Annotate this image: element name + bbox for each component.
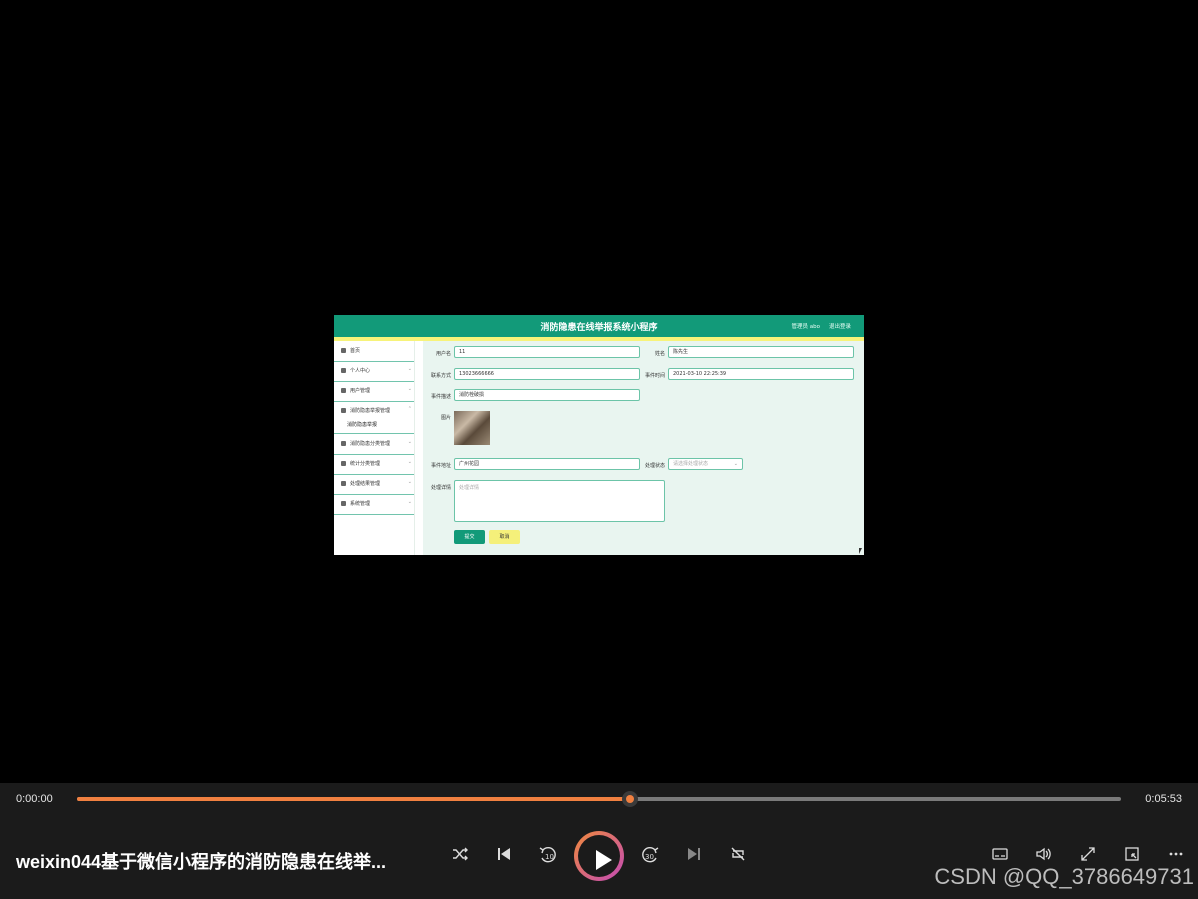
detail-textarea[interactable]: 处理详情 [454,480,665,522]
submenu-report[interactable]: 消防隐患举报 [347,421,377,428]
submit-button[interactable]: 提交 [454,530,485,544]
play-icon [596,850,612,870]
sidebar-item-categories[interactable]: 消防隐患分类管理 ⌄ [334,434,414,455]
chevron-down-icon: ⌄ [407,366,412,372]
sidebar-item-label: 消防隐患分类管理 [350,441,391,447]
shuffle-icon[interactable] [447,845,473,869]
total-time: 0:05:53 [1145,793,1182,805]
sidebar-item-label: 用户管理 [350,388,371,394]
sidebar-item-results[interactable]: 处理结果管理 ⌄ [334,474,414,495]
chevron-down-icon: ⌄ [407,459,412,465]
chevron-down-icon: ⌄ [407,386,412,392]
svg-text:30: 30 [645,853,654,861]
chevron-up-icon: ⌃ [407,406,412,412]
detail-label: 处理详情 [430,485,451,491]
sidebar-item-label: 首页 [350,348,361,354]
status-select[interactable]: 请选择处理状态 ⌄ [668,458,743,470]
username-label: 用户名 [435,351,451,357]
report-image[interactable] [454,411,490,445]
category-icon [341,441,346,446]
forward-30-icon[interactable]: 30 [637,845,663,869]
player-controls: 0:00:00 0:05:53 weixin044基于微信小程序的消防隐患在线举… [0,783,1198,899]
address-label: 事件地址 [430,463,451,469]
chevron-down-icon: ⌄ [407,479,412,485]
status-placeholder: 请选择处理状态 [673,461,709,467]
chart-icon [341,461,346,466]
flag-icon [341,501,346,506]
image-label: 图片 [440,415,451,421]
form-area: 用户名 11 姓名 陈先生 联系方式 13023666666 事件时间 2021… [423,341,864,555]
next-icon[interactable] [681,845,707,869]
sidebar-item-label: 个人中心 [350,368,371,374]
phone-label: 联系方式 [430,373,451,379]
sidebar-item-reports[interactable]: 消防隐患举报管理 ⌃ 消防隐患举报 [334,401,414,434]
sidebar-item-stats[interactable]: 统计分类管理 ⌄ [334,454,414,475]
video-area[interactable]: 消防隐患在线举报系统小程序 管理员 abo 退出登录 首页 个人中心 ⌄ 用户管… [0,0,1198,783]
watermark: CSDN @QQ_3786649731 [934,864,1194,889]
chevron-down-icon: ⌄ [407,439,412,445]
seek-bar-progress [77,797,631,801]
sidebar-item-home[interactable]: 首页 [334,341,414,362]
logout-link[interactable]: 退出登录 [829,322,851,330]
result-icon [341,481,346,486]
play-button-inner [578,835,620,877]
status-label: 处理状态 [644,463,665,469]
repeat-icon[interactable] [725,845,751,869]
sidebar-item-profile[interactable]: 个人中心 ⌄ [334,361,414,382]
chevron-down-icon: ⌄ [407,499,412,505]
app-header: 消防隐患在线举报系统小程序 管理员 abo 退出登录 [334,315,864,337]
seek-bar[interactable] [77,791,1121,807]
svg-text:10: 10 [545,853,554,861]
home-icon [341,348,346,353]
video-frame: 消防隐患在线举报系统小程序 管理员 abo 退出登录 首页 个人中心 ⌄ 用户管… [334,315,864,555]
name-label: 姓名 [654,351,665,357]
sidebar-item-users[interactable]: 用户管理 ⌄ [334,381,414,402]
current-time: 0:00:00 [16,793,53,805]
sidebar-item-label: 系统管理 [350,501,371,507]
address-field[interactable]: 广州花园 [454,458,640,470]
rewind-10-icon[interactable]: 10 [535,845,561,869]
chevron-down-icon: ⌄ [733,461,738,467]
cancel-button[interactable]: 取消 [489,530,520,544]
desc-field[interactable]: 消防栓破损 [454,389,640,401]
desc-label: 事件描述 [430,394,451,400]
sidebar-item-system[interactable]: 系统管理 ⌄ [334,494,414,515]
sidebar-item-label: 消防隐患举报管理 [350,408,391,414]
sidebar-item-label: 处理结果管理 [350,481,381,487]
sidebar-item-label: 统计分类管理 [350,461,381,467]
seek-handle[interactable] [622,791,639,807]
app-title: 消防隐患在线举报系统小程序 [540,323,658,333]
time-label: 事件时间 [644,373,665,379]
user-icon [341,368,346,373]
play-button[interactable] [574,831,624,881]
admin-user: 管理员 abo [791,324,820,330]
previous-icon[interactable] [491,845,517,869]
list-icon [341,388,346,393]
username-field[interactable]: 11 [454,346,640,358]
phone-field[interactable]: 13023666666 [454,368,640,380]
name-field[interactable]: 陈先生 [668,346,854,358]
send-icon [341,408,346,413]
mouse-cursor-icon [859,548,862,554]
time-field[interactable]: 2021-03-10 22:25:39 [668,368,854,380]
video-title: weixin044基于微信小程序的消防隐患在线举... [16,852,387,872]
sidebar: 首页 个人中心 ⌄ 用户管理 ⌄ 消防隐患举报管理 ⌃ 消防隐患举报 消防隐患分… [334,341,415,555]
